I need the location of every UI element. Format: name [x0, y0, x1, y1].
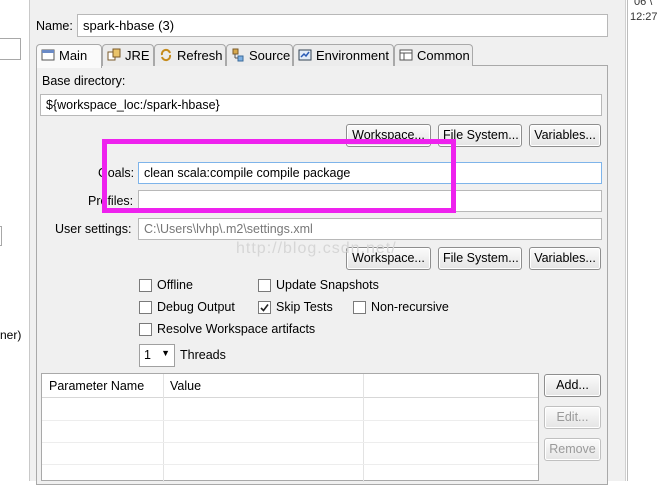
tab-environment[interactable]: Environment — [293, 44, 394, 66]
edit-parameter-button[interactable]: Edit... — [544, 406, 601, 429]
name-input[interactable]: spark-hbase (3) — [77, 14, 608, 37]
tab-main[interactable]: Main — [36, 44, 102, 68]
non-recursive-checkbox[interactable] — [353, 300, 366, 314]
jre-icon — [107, 48, 121, 62]
right-partial-text: 06 \ — [634, 0, 653, 8]
offline-option[interactable]: Offline — [139, 278, 193, 292]
add-parameter-button[interactable]: Add... — [544, 374, 601, 397]
highlight-annotation — [102, 139, 456, 213]
tab-jre-label: JRE — [125, 48, 150, 63]
left-partial-box — [0, 226, 2, 246]
left-partial-input[interactable] — [0, 38, 21, 60]
tab-strip: Main JRE Refresh Source Environment Comm… — [36, 44, 608, 68]
offline-checkbox[interactable] — [139, 278, 152, 292]
checkmark-icon — [260, 303, 269, 312]
skip-tests-label: Skip Tests — [276, 300, 333, 314]
resolve-workspace-checkbox[interactable] — [139, 322, 152, 336]
common-icon — [399, 48, 413, 62]
left-partial-text: ner) — [0, 328, 22, 342]
refresh-icon — [159, 48, 173, 62]
update-snapshots-label: Update Snapshots — [276, 278, 379, 292]
right-partial-time: 12:27 — [630, 11, 658, 23]
resolve-workspace-label: Resolve Workspace artifacts — [157, 322, 316, 336]
user-settings-label: User settings: — [55, 222, 132, 236]
non-recursive-option[interactable]: Non-recursive — [353, 300, 449, 314]
settings-variables-button[interactable]: Variables... — [529, 247, 601, 270]
tab-environment-label: Environment — [316, 48, 389, 63]
column-divider — [363, 374, 364, 482]
skip-tests-checkbox[interactable] — [258, 300, 271, 314]
update-snapshots-checkbox[interactable] — [258, 278, 271, 292]
debug-output-checkbox[interactable] — [139, 300, 152, 314]
column-header-value[interactable]: Value — [170, 379, 201, 393]
tab-source-label: Source — [249, 48, 291, 63]
debug-output-option[interactable]: Debug Output — [139, 300, 235, 314]
update-snapshots-option[interactable]: Update Snapshots — [258, 278, 379, 292]
non-recursive-label: Non-recursive — [371, 300, 449, 314]
debug-output-label: Debug Output — [157, 300, 235, 314]
table-row — [42, 420, 538, 421]
source-icon — [231, 48, 245, 62]
tab-jre[interactable]: JRE — [102, 44, 154, 66]
remove-parameter-button[interactable]: Remove — [544, 438, 601, 461]
base-directory-input[interactable]: ${workspace_loc:/spark-hbase} — [40, 94, 602, 116]
watermark-text: http://blog.csdn.net/ — [236, 240, 397, 257]
tab-common-label: Common — [417, 48, 470, 63]
table-row — [42, 442, 538, 443]
threads-label: Threads — [180, 348, 226, 362]
offline-label: Offline — [157, 278, 193, 292]
tab-common[interactable]: Common — [394, 44, 473, 66]
table-row — [42, 464, 538, 465]
main-icon — [41, 48, 55, 62]
parameters-table[interactable]: Parameter Name Value — [41, 373, 539, 482]
settings-file-system-button[interactable]: File System... — [438, 247, 522, 270]
skip-tests-option[interactable]: Skip Tests — [258, 300, 333, 314]
right-panel — [627, 0, 661, 481]
base-variables-button[interactable]: Variables... — [529, 124, 601, 147]
column-header-parameter-name[interactable]: Parameter Name — [49, 379, 144, 393]
name-label: Name: — [36, 19, 73, 33]
threads-value: 1 — [144, 348, 151, 362]
tab-refresh-label: Refresh — [177, 48, 223, 63]
resolve-workspace-option[interactable]: Resolve Workspace artifacts — [139, 322, 315, 336]
threads-select[interactable]: 1 ▼ — [139, 344, 175, 367]
tab-main-label: Main — [59, 48, 88, 63]
base-directory-label: Base directory: — [42, 74, 126, 88]
chevron-down-icon: ▼ — [161, 348, 170, 358]
column-divider — [163, 374, 164, 482]
environment-icon — [298, 48, 312, 62]
tab-source[interactable]: Source — [226, 44, 293, 66]
left-panel — [0, 0, 30, 481]
tab-refresh[interactable]: Refresh — [154, 44, 226, 66]
user-settings-input[interactable]: C:\Users\lvhp\.m2\settings.xml — [138, 218, 602, 240]
